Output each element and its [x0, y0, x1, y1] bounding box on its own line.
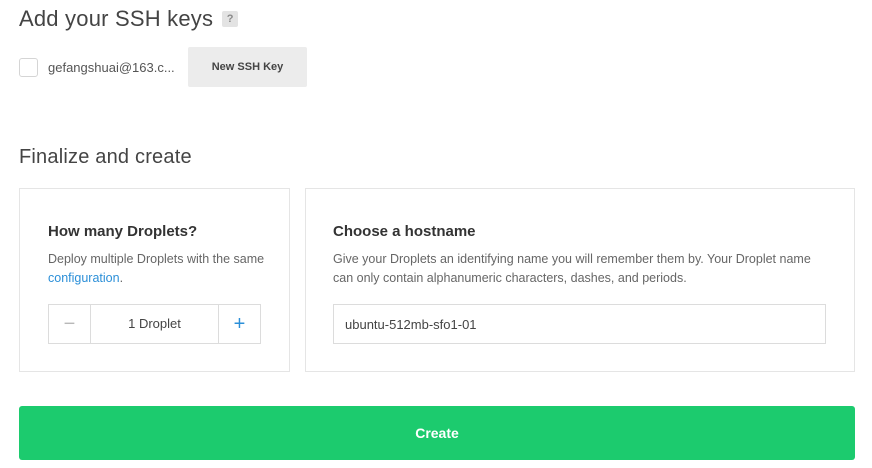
droplet-count-description: Deploy multiple Droplets with the same c… — [48, 250, 273, 288]
hostname-title: Choose a hostname — [333, 223, 476, 240]
droplet-desc-suffix: . — [119, 271, 124, 285]
hostname-description: Give your Droplets an identifying name y… — [333, 252, 811, 285]
plus-icon: + — [233, 312, 246, 335]
increment-button[interactable]: + — [218, 305, 260, 343]
droplet-quantity-stepper: − 1 Droplet + — [48, 304, 261, 344]
hostname-input[interactable] — [333, 304, 826, 344]
create-button[interactable]: Create — [19, 406, 855, 460]
ssh-key-row: gefangshuai@163.c... New SSH Key — [19, 47, 307, 87]
minus-icon: − — [63, 312, 76, 335]
droplet-count-title: How many Droplets? — [48, 223, 198, 240]
ssh-key-label: gefangshuai@163.c... — [48, 59, 175, 75]
help-icon[interactable]: ? — [222, 11, 239, 27]
ssh-keys-title-text: Add your SSH keys — [19, 6, 214, 31]
decrement-button[interactable]: − — [49, 305, 91, 343]
hostname-card: Choose a hostname Give your Droplets an … — [305, 188, 855, 372]
ssh-key-checkbox[interactable] — [19, 57, 38, 77]
new-ssh-key-button[interactable]: New SSH Key — [188, 47, 307, 87]
droplet-desc-prefix: Deploy multiple Droplets with the same — [48, 252, 265, 266]
droplet-count-card: How many Droplets? Deploy multiple Dropl… — [19, 188, 290, 372]
droplet-count-value: 1 Droplet — [128, 316, 181, 331]
configuration-link[interactable]: configuration — [48, 271, 120, 285]
ssh-keys-title: Add your SSH keys ? — [19, 6, 239, 32]
finalize-title: Finalize and create — [19, 146, 192, 168]
